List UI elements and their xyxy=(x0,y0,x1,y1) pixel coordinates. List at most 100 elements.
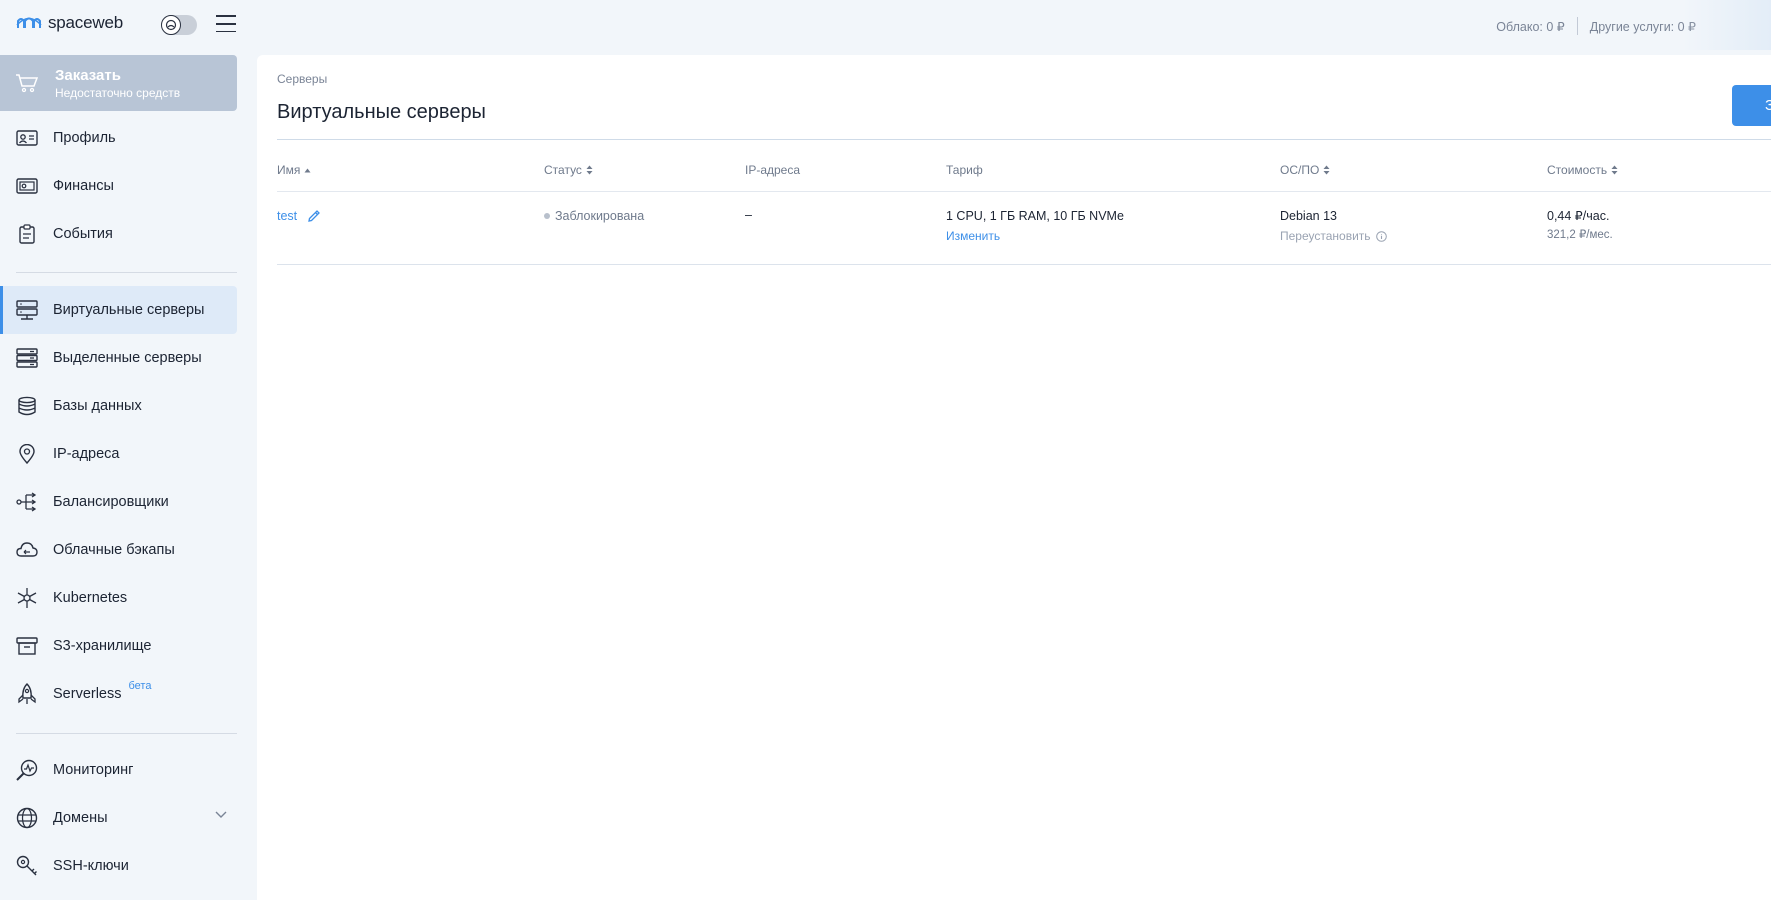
sidebar-item-finance[interactable]: Финансы xyxy=(0,162,237,210)
database-icon xyxy=(16,395,38,417)
sort-icon xyxy=(1323,165,1330,175)
sidebar-item-label: SSH-ключи xyxy=(53,858,129,874)
logo-text: spaceweb xyxy=(48,13,123,32)
column-os[interactable]: ОС/ПО xyxy=(1280,163,1330,177)
os-cell: Debian 13 Переустановить xyxy=(1280,209,1387,243)
profile-card-icon xyxy=(16,127,38,149)
sidebar-item-dedicated-servers[interactable]: Выделенные серверы xyxy=(0,334,237,382)
sidebar-item-ssh-keys[interactable]: SSH-ключи xyxy=(0,842,237,890)
sidebar-item-domains[interactable]: Домены xyxy=(0,794,237,842)
sidebar-item-balancers[interactable]: Балансировщики xyxy=(0,478,237,526)
column-status[interactable]: Статус xyxy=(544,163,593,177)
cloud-balance[interactable]: Облако: 0 ₽ xyxy=(1496,19,1564,34)
balance-divider xyxy=(1576,17,1578,35)
order-title: Заказать xyxy=(55,66,121,84)
top-header: spaceweb Облако: 0 ₽ Другие услуги: 0 ₽ xyxy=(0,0,1771,50)
column-tariff: Тариф xyxy=(946,163,983,177)
sidebar-item-label: Виртуальные серверы xyxy=(53,302,205,318)
server-name-cell: test xyxy=(277,209,321,223)
sidebar: Заказать Недостаточно средств Профиль Фи… xyxy=(0,50,240,900)
key-icon xyxy=(16,855,38,877)
sidebar-item-virtual-servers[interactable]: Виртуальные серверы xyxy=(0,286,237,334)
reinstall-link[interactable]: Переустановить xyxy=(1280,229,1387,243)
os-text: Debian 13 xyxy=(1280,209,1337,223)
logo[interactable]: spaceweb xyxy=(16,13,123,33)
sidebar-item-label: Облачные бэкапы xyxy=(53,542,175,558)
price-per-month: 321,2 ₽/мес. xyxy=(1547,229,1613,241)
theme-icon xyxy=(161,15,181,35)
order-button[interactable]: Заказать Недостаточно средств xyxy=(0,55,237,111)
sidebar-item-label: Профиль xyxy=(53,130,116,146)
rocket-icon xyxy=(16,683,38,705)
status-text: Заблокирована xyxy=(555,209,645,223)
sidebar-item-label: Serverless xyxy=(53,686,122,702)
edit-pencil-icon[interactable] xyxy=(307,209,321,223)
beta-badge: бета xyxy=(128,680,152,692)
cloud-backup-icon xyxy=(16,539,38,561)
sort-icon xyxy=(586,165,593,175)
storage-box-icon xyxy=(16,635,38,657)
chevron-down-icon[interactable] xyxy=(215,811,227,819)
sidebar-item-label: События xyxy=(53,226,113,242)
sidebar-item-label: Выделенные серверы xyxy=(53,350,202,366)
spaceweb-logo-icon xyxy=(16,17,42,28)
globe-icon xyxy=(16,807,38,829)
cart-icon xyxy=(16,74,39,93)
status-cell: Заблокирована xyxy=(544,209,644,223)
header-fade xyxy=(1681,0,1771,50)
sidebar-item-label: Kubernetes xyxy=(53,590,128,606)
tariff-text: 1 CPU, 1 ГБ RAM, 10 ГБ NVMe xyxy=(946,209,1124,223)
balances: Облако: 0 ₽ Другие услуги: 0 ₽ xyxy=(1496,17,1696,35)
sidebar-item-label: Мониторинг xyxy=(53,762,134,778)
sidebar-item-ip-addresses[interactable]: IP-адреса xyxy=(0,430,237,478)
row-divider xyxy=(277,264,1771,265)
sidebar-item-label: IP-адреса xyxy=(53,446,120,462)
kubernetes-icon xyxy=(16,587,38,609)
tariff-cell: 1 CPU, 1 ГБ RAM, 10 ГБ NVMe Изменить xyxy=(946,209,1124,243)
column-label: Статус xyxy=(544,163,582,177)
table-header: Имя Статус IP-адреса Тариф ОС/ПО Стоимос… xyxy=(277,163,1771,179)
change-tariff-link[interactable]: Изменить xyxy=(946,229,1124,243)
menu-burger-icon[interactable] xyxy=(216,15,236,33)
sidebar-item-databases[interactable]: Базы данных xyxy=(0,382,237,430)
ip-cell: – xyxy=(745,208,752,222)
sidebar-item-events[interactable]: События xyxy=(0,210,237,258)
column-label: ОС/ПО xyxy=(1280,163,1320,177)
sidebar-item-s3-storage[interactable]: S3-хранилище xyxy=(0,622,237,670)
table-row: test Заблокирована – 1 CPU, 1 ГБ RAM, 10… xyxy=(277,192,1771,264)
balancer-icon xyxy=(16,491,38,513)
server-name-link[interactable]: test xyxy=(277,209,297,223)
column-ip: IP-адреса xyxy=(745,163,800,177)
sort-asc-icon xyxy=(304,168,311,172)
sidebar-item-kubernetes[interactable]: Kubernetes xyxy=(0,574,237,622)
wallet-icon xyxy=(16,175,38,197)
server-icon xyxy=(16,347,38,369)
theme-toggle[interactable] xyxy=(161,15,197,35)
sidebar-divider xyxy=(16,733,237,734)
create-server-button[interactable]: З xyxy=(1732,85,1771,126)
sidebar-item-cloud-backups[interactable]: Облачные бэкапы xyxy=(0,526,237,574)
sidebar-item-monitoring[interactable]: Мониторинг xyxy=(0,746,237,794)
sidebar-item-serverless[interactable]: Serverless бета xyxy=(0,670,237,718)
column-label: Имя xyxy=(277,163,301,177)
order-subtitle: Недостаточно средств xyxy=(55,85,181,100)
vps-icon xyxy=(16,299,38,321)
column-label: Тариф xyxy=(946,163,983,177)
sidebar-divider xyxy=(16,272,237,273)
sidebar-item-profile[interactable]: Профиль xyxy=(0,114,237,162)
column-price[interactable]: Стоимость xyxy=(1547,163,1618,177)
status-dot xyxy=(544,212,550,219)
sidebar-item-label: S3-хранилище xyxy=(53,638,152,654)
sort-icon xyxy=(1611,165,1618,175)
location-pin-icon xyxy=(16,443,38,465)
breadcrumb[interactable]: Серверы xyxy=(277,72,327,86)
sidebar-item-label: Балансировщики xyxy=(53,494,169,510)
column-name[interactable]: Имя xyxy=(277,163,311,177)
sidebar-item-label: Домены xyxy=(53,810,108,826)
monitoring-icon xyxy=(16,759,38,781)
info-icon[interactable] xyxy=(1375,230,1387,242)
title-divider xyxy=(277,139,1771,140)
page-title: Виртуальные серверы xyxy=(277,101,486,123)
column-label: Стоимость xyxy=(1547,163,1608,177)
sidebar-item-label: Базы данных xyxy=(53,398,142,414)
